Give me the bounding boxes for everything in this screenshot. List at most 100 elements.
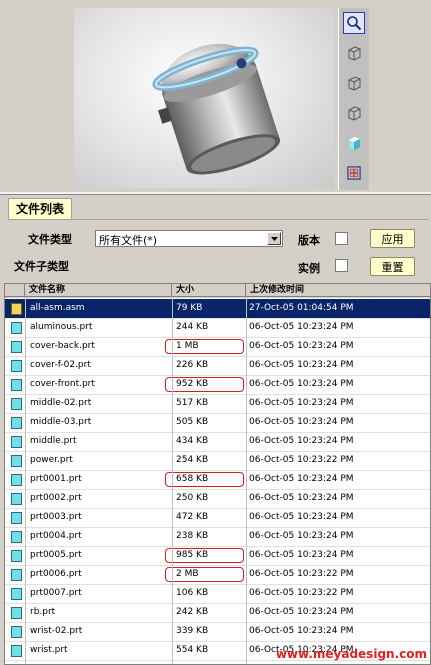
part-file-icon (11, 474, 22, 486)
part-file-icon (11, 626, 22, 638)
table-row[interactable]: prt0004.prt 238 KB 06-Oct-05 10:23:24 PM (5, 527, 430, 546)
model-preview-image (152, 43, 281, 175)
wireframe-cube-icon[interactable] (343, 42, 365, 64)
model-viewport[interactable] (74, 8, 334, 188)
zoom-icon[interactable] (343, 12, 365, 34)
part-file-icon (11, 398, 22, 410)
watermark: www.meyadesign.com (275, 647, 427, 661)
part-file-icon (11, 588, 22, 600)
table-row[interactable]: rb.prt 242 KB 06-Oct-05 10:23:24 PM (5, 603, 430, 622)
separator (0, 192, 431, 195)
column-header-modified[interactable]: 上次修改时间 (246, 284, 430, 297)
table-row[interactable]: cover-f-02.prt 226 KB 06-Oct-05 10:23:24 P… (5, 356, 430, 375)
file-modified: 06-Oct-05 10:23:24 PM (249, 436, 354, 446)
apply-button[interactable]: 应用 (370, 229, 415, 248)
table-row[interactable]: power.prt 254 KB 06-Oct-05 10:23:22 PM (5, 451, 430, 470)
table-row[interactable]: middle.prt 434 KB 06-Oct-05 10:23:24 PM (5, 432, 430, 451)
file-name: prt0006.prt (30, 569, 82, 579)
part-file-icon (11, 569, 22, 581)
file-name: power.prt (30, 455, 73, 465)
file-name: prt0003.prt (30, 512, 82, 522)
table-row[interactable]: prt0002.prt 250 KB 06-Oct-05 10:23:24 PM (5, 489, 430, 508)
table-row[interactable]: wrist-02.prt 339 KB 06-Oct-05 10:23:24 PM (5, 622, 430, 641)
table-row[interactable]: middle-03.prt 505 KB 06-Oct-05 10:23:24 PM (5, 413, 430, 432)
shaded-cube-icon[interactable] (343, 132, 365, 154)
part-file-icon (11, 360, 22, 372)
instance-label: 实例 (298, 262, 320, 275)
no-hidden-cube-icon[interactable] (343, 102, 365, 124)
part-file-icon (11, 607, 22, 619)
table-row[interactable]: cover-front.prt 952 KB 06-Oct-05 10:23:24 … (5, 375, 430, 394)
file-modified: 06-Oct-05 10:23:24 PM (249, 474, 354, 484)
file-type-select[interactable]: 所有文件(*) (95, 230, 283, 247)
tab-file-list[interactable]: 文件列表 (8, 198, 72, 220)
part-file-icon (11, 645, 22, 657)
table-row[interactable]: middle-02.prt 517 KB 06-Oct-05 10:23:24 PM (5, 394, 430, 413)
table-row[interactable]: aluminous.prt 244 KB 06-Oct-05 10:23:24 PM (5, 318, 430, 337)
part-file-icon (11, 417, 22, 429)
file-modified: 06-Oct-05 10:23:24 PM (249, 360, 354, 370)
file-name: prt0005.prt (30, 550, 82, 560)
reorient-icon[interactable] (343, 162, 365, 184)
table-row[interactable]: cover-back.prt 1 MB 06-Oct-05 10:23:24 PM (5, 337, 430, 356)
file-size: 339 KB (176, 626, 209, 636)
table-row[interactable]: prt0001.prt 658 KB 06-Oct-05 10:23:24 PM (5, 470, 430, 489)
file-name: wrist.prt (30, 645, 68, 655)
hidden-line-cube-icon[interactable] (343, 72, 365, 94)
part-file-icon (11, 455, 22, 467)
file-modified: 06-Oct-05 10:23:24 PM (249, 417, 354, 427)
file-size: 238 KB (176, 531, 209, 541)
column-header-size[interactable]: 大小 (172, 284, 246, 297)
table-row[interactable]: prt0003.prt 472 KB 06-Oct-05 10:23:24 PM (5, 508, 430, 527)
file-subtype-label: 文件子类型 (14, 260, 69, 273)
chevron-down-icon[interactable] (267, 232, 281, 245)
version-checkbox[interactable] (335, 232, 348, 245)
table-row[interactable]: prt0006.prt 2 MB 06-Oct-05 10:23:22 PM (5, 565, 430, 584)
file-name: prt0007.prt (30, 588, 82, 598)
file-modified: 06-Oct-05 10:23:24 PM (249, 322, 354, 332)
filter-panel: 文件类型 所有文件(*) 版本 应用 文件子类型 实例 重置 (8, 219, 429, 282)
version-label: 版本 (298, 234, 320, 247)
column-header-name[interactable]: 文件名称 (25, 284, 172, 297)
file-modified: 06-Oct-05 10:23:24 PM (249, 607, 354, 617)
instance-checkbox[interactable] (335, 259, 348, 272)
file-modified: 06-Oct-05 10:23:24 PM (249, 398, 354, 408)
file-name: cover-front.prt (30, 379, 95, 389)
file-modified: 06-Oct-05 10:23:22 PM (249, 569, 354, 579)
part-file-icon (11, 512, 22, 524)
file-modified: 06-Oct-05 10:23:24 PM (249, 550, 354, 560)
file-size: 250 KB (176, 493, 209, 503)
file-name: rb.prt (30, 607, 56, 617)
file-modified: 06-Oct-05 10:23:24 PM (249, 379, 354, 389)
file-name: middle.prt (30, 436, 77, 446)
table-row[interactable]: prt0007.prt 106 KB 06-Oct-05 10:23:22 PM (5, 584, 430, 603)
part-file-icon (11, 550, 22, 562)
preview-panel (0, 0, 431, 190)
file-modified: 06-Oct-05 10:23:24 PM (249, 341, 354, 351)
table-row[interactable]: all-asm.asm 79 KB 27-Oct-05 01:04:54 PM (5, 299, 430, 318)
icon-column-header (5, 284, 25, 297)
file-name: middle-02.prt (30, 398, 92, 408)
file-size: 517 KB (176, 398, 209, 408)
file-size: 244 KB (176, 322, 209, 332)
reset-button[interactable]: 重置 (370, 257, 415, 276)
file-name: wrist-02.prt (30, 626, 83, 636)
file-size: 554 KB (176, 645, 209, 655)
file-modified: 27-Oct-05 01:04:54 PM (249, 303, 354, 313)
part-file-icon (11, 322, 22, 334)
part-file-icon (11, 379, 22, 391)
file-size: 79 KB (176, 303, 203, 313)
file-modified: 06-Oct-05 10:23:24 PM (249, 531, 354, 541)
file-size: 505 KB (176, 417, 209, 427)
size-highlight-annotation (165, 548, 244, 563)
size-highlight-annotation (165, 339, 244, 354)
part-file-icon (11, 341, 22, 353)
file-type-label: 文件类型 (28, 233, 72, 246)
table-row[interactable]: prt0005.prt 985 KB 06-Oct-05 10:23:24 PM (5, 546, 430, 565)
file-modified: 06-Oct-05 10:23:24 PM (249, 493, 354, 503)
file-modified: 06-Oct-05 10:23:24 PM (249, 626, 354, 636)
size-highlight-annotation (165, 377, 244, 392)
file-name: cover-f-02.prt (30, 360, 91, 370)
file-size: 106 KB (176, 588, 209, 598)
file-table: 文件名称 大小 上次修改时间 all-asm.asm 79 KB 27-Oct-05… (4, 283, 431, 665)
